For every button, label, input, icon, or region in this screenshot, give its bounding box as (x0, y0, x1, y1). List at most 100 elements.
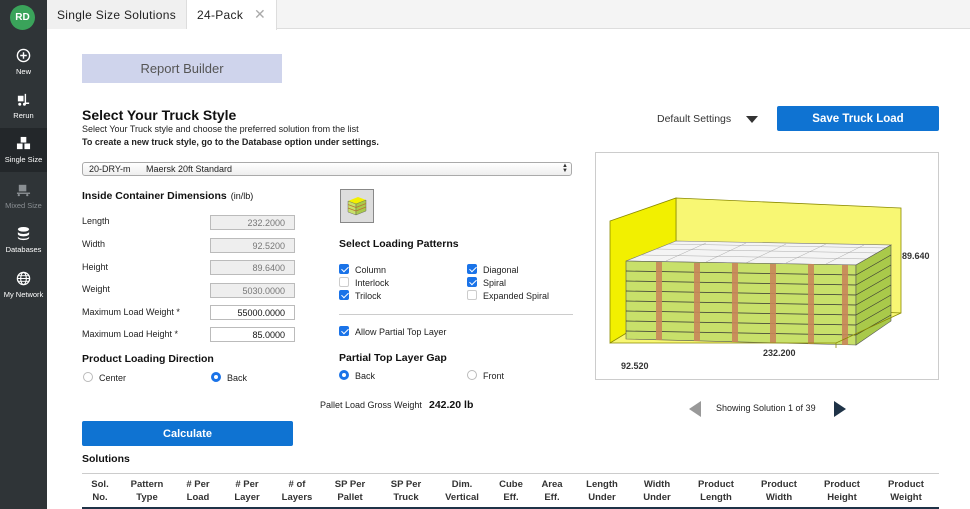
truck-style-subtitle: Select Your Truck style and choose the p… (82, 124, 359, 134)
sidebar-item-single-size[interactable]: Single Size (0, 128, 47, 172)
chevron-down-icon[interactable] (746, 116, 758, 123)
length-field[interactable]: 232.2000 (210, 215, 295, 230)
column-header[interactable]: SP Per Pallet (335, 478, 365, 504)
column-header[interactable]: Product Length (698, 478, 734, 504)
direction-back-label: Back (227, 373, 248, 383)
max-load-height-label: Maximum Load Height * (82, 329, 179, 339)
previous-solution-button[interactable] (689, 401, 701, 417)
column-header[interactable]: # Per Layer (234, 478, 259, 504)
length-dimension-label: 232.200 (763, 348, 796, 358)
dimensions-title: Inside Container Dimensions (in/lb) (82, 190, 254, 202)
spiral-checkbox[interactable] (467, 277, 477, 287)
loading-patterns-title: Select Loading Patterns (339, 238, 459, 250)
sidebar-item-databases[interactable]: Databases (0, 218, 47, 262)
divider (339, 314, 573, 315)
direction-back-radio[interactable] (211, 372, 221, 382)
sidebar: RD New Rerun Single Size Mixed Size Data… (0, 0, 47, 509)
gross-weight-value: 242.20 lb (429, 399, 474, 411)
diagonal-checkbox[interactable] (467, 264, 477, 274)
diagonal-label: Diagonal (483, 265, 519, 275)
save-truck-load-button[interactable]: Save Truck Load (777, 106, 939, 131)
allow-partial-top-layer-checkbox[interactable] (339, 326, 349, 336)
trilock-label: Trilock (355, 291, 382, 301)
avatar[interactable]: RD (10, 5, 35, 30)
pallet-stack-icon (347, 197, 367, 216)
width-label: Width (82, 239, 106, 249)
sidebar-item-new[interactable]: New (0, 40, 47, 84)
truck-style-select[interactable]: 20-DRY-m Maersk 20ft Standard ▲ ▼ (82, 162, 572, 176)
solution-counter: Showing Solution 1 of 39 (716, 403, 816, 413)
column-header[interactable]: Product Weight (888, 478, 924, 504)
sidebar-item-label: Rerun (13, 111, 34, 120)
report-builder-button[interactable]: Report Builder (82, 54, 282, 83)
truck-code: 20-DRY-m (89, 164, 131, 174)
gross-weight-label: Pallet Load Gross Weight (320, 400, 422, 410)
column-header[interactable]: # of Layers (282, 478, 313, 504)
column-header[interactable]: Cube Eff. (499, 478, 523, 504)
sidebar-item-mixed-size[interactable]: Mixed Size (0, 174, 47, 218)
width-dimension-label: 92.520 (621, 361, 649, 371)
globe-icon (16, 271, 31, 286)
tab-bar: Single Size Solutions 24-Pack ✕ (47, 0, 970, 30)
pallet-jack-icon (16, 184, 31, 197)
database-icon (17, 226, 30, 241)
column-checkbox[interactable] (339, 264, 349, 274)
gap-front-radio[interactable] (467, 370, 477, 380)
interlock-checkbox[interactable] (339, 277, 349, 287)
direction-center-radio[interactable] (83, 372, 93, 382)
max-load-height-field[interactable]: 85.0000 (210, 327, 295, 342)
solutions-title: Solutions (82, 453, 130, 465)
column-header[interactable]: # Per Load (186, 478, 209, 504)
expanded-spiral-label: Expanded Spiral (483, 291, 550, 301)
column-header[interactable]: Length Under (586, 478, 618, 504)
calculate-button[interactable]: Calculate (82, 421, 293, 446)
truck-style-title: Select Your Truck Style (82, 107, 237, 123)
length-label: Length (82, 216, 110, 226)
direction-center-label: Center (99, 373, 127, 383)
column-header[interactable]: Width Under (643, 478, 670, 504)
column-header[interactable]: Pattern Type (131, 478, 164, 504)
sidebar-item-my-network[interactable]: My Network (0, 263, 47, 307)
column-header[interactable]: Dim. Vertical (445, 478, 479, 504)
column-header[interactable]: Area Eff. (541, 478, 562, 504)
width-field[interactable]: 92.5200 (210, 238, 295, 253)
loading-direction-title: Product Loading Direction (82, 353, 214, 365)
partial-gap-title: Partial Top Layer Gap (339, 352, 447, 364)
sidebar-item-label: Single Size (4, 155, 43, 164)
max-load-weight-field[interactable]: 55000.0000 (210, 305, 295, 320)
weight-label: Weight (82, 284, 110, 294)
gap-back-radio[interactable] (339, 370, 349, 380)
spiral-label: Spiral (483, 278, 507, 288)
tab-single-size-solutions[interactable]: Single Size Solutions (47, 0, 187, 29)
weight-field[interactable]: 5030.0000 (210, 283, 295, 298)
forklift-icon (17, 93, 30, 106)
trilock-checkbox[interactable] (339, 290, 349, 300)
sidebar-item-rerun[interactable]: Rerun (0, 84, 47, 128)
allow-partial-top-layer-label: Allow Partial Top Layer (355, 327, 447, 337)
close-icon[interactable]: ✕ (254, 6, 266, 23)
select-arrows-icon: ▲ ▼ (562, 163, 568, 174)
truck-load-preview[interactable]: 92.520 232.200 89.640 (595, 152, 939, 380)
truck-style-note: To create a new truck style, go to the D… (82, 137, 379, 147)
container-3d-render (609, 197, 902, 348)
column-header[interactable]: Sol. No. (91, 478, 108, 504)
boxes-icon (16, 136, 31, 150)
interlock-label: Interlock (355, 278, 390, 288)
plus-circle-icon (16, 48, 31, 63)
height-dimension-label: 89.640 (902, 251, 930, 261)
gap-back-label: Back (355, 371, 376, 381)
column-header[interactable]: Product Width (761, 478, 797, 504)
truck-name: Maersk 20ft Standard (146, 164, 233, 174)
pattern-thumbnail[interactable] (340, 189, 374, 223)
height-field[interactable]: 89.6400 (210, 260, 295, 275)
sidebar-item-label: Databases (5, 245, 42, 254)
expanded-spiral-checkbox[interactable] (467, 290, 477, 300)
column-header[interactable]: Product Height (824, 478, 860, 504)
sidebar-item-label: My Network (3, 290, 44, 299)
dimensions-unit: (in/lb) (230, 191, 254, 201)
next-solution-button[interactable] (834, 401, 846, 417)
column-header[interactable]: SP Per Truck (391, 478, 421, 504)
table-top-border (82, 473, 939, 474)
height-label: Height (82, 262, 109, 272)
default-settings-label[interactable]: Default Settings (657, 113, 731, 125)
